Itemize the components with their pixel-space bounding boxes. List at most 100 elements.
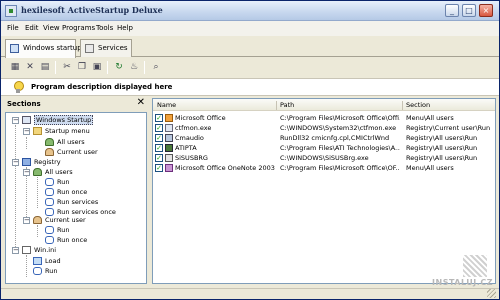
- menu-bar: File Edit View Programs Tools Help: [1, 21, 499, 36]
- toolbar: ▦ ✕ ▤ ✂ ❐ ▣ ↻ ♨ ⌕: [1, 59, 499, 76]
- tree-line: [26, 255, 27, 277]
- minimize-button[interactable]: _: [445, 4, 459, 17]
- run-icon: [45, 178, 54, 186]
- audio-icon: [165, 134, 173, 142]
- app-icon: [5, 5, 17, 17]
- properties-icon[interactable]: ▤: [39, 61, 51, 73]
- list-row[interactable]: ✓ Microsoft Office C:\Program Files\Micr…: [153, 113, 495, 123]
- list-row[interactable]: ✓ ATIPTA C:\Program Files\ATI Technologi…: [153, 143, 495, 153]
- column-header-section[interactable]: Section: [406, 101, 430, 109]
- pane-splitter[interactable]: [148, 98, 151, 286]
- user-icon: [45, 148, 54, 156]
- status-bar: [1, 288, 499, 299]
- close-button[interactable]: ×: [479, 4, 493, 17]
- column-divider[interactable]: [402, 101, 403, 110]
- enabled-checkbox[interactable]: ✓: [155, 134, 163, 142]
- column-header-name[interactable]: Name: [157, 101, 176, 109]
- enabled-checkbox[interactable]: ✓: [155, 164, 163, 172]
- resize-grip[interactable]: [487, 289, 496, 298]
- expand-toggle[interactable]: −: [23, 169, 30, 176]
- menu-help[interactable]: Help: [117, 24, 133, 32]
- sections-title: Sections: [7, 100, 41, 108]
- watermark-text: INSTALUJ.CZ: [432, 278, 493, 287]
- menu-file[interactable]: File: [7, 24, 19, 32]
- cut-icon[interactable]: ✂: [61, 61, 73, 73]
- tool-icon[interactable]: ♨: [128, 61, 140, 73]
- search-icon[interactable]: ⌕: [150, 61, 162, 73]
- row-name: Cmaudio: [175, 134, 204, 142]
- enabled-checkbox[interactable]: ✓: [155, 154, 163, 162]
- sections-header: Sections ✕: [5, 97, 147, 111]
- menu-view[interactable]: View: [43, 24, 60, 32]
- list-row[interactable]: ✓ Microsoft Office OneNote 2003... C:\Pr…: [153, 163, 495, 173]
- close-sections-icon[interactable]: ✕: [137, 97, 145, 108]
- enabled-checkbox[interactable]: ✓: [155, 124, 163, 132]
- run-icon: [45, 188, 54, 196]
- toolbar-separator: [144, 61, 145, 74]
- list-row[interactable]: ✓ Cmaudio RunDll32 cmicnfg.cpl,CMICtrlWn…: [153, 133, 495, 143]
- enabled-checkbox[interactable]: ✓: [155, 144, 163, 152]
- run-icon: [45, 226, 54, 234]
- delete-icon[interactable]: ✕: [24, 61, 36, 73]
- run-icon: [33, 267, 42, 275]
- tab-label: Services: [98, 44, 128, 52]
- expand-toggle[interactable]: −: [23, 128, 30, 135]
- row-path: C:\Program Files\ATI Technologies\A...: [280, 144, 400, 152]
- tree-line: [37, 225, 38, 237]
- title-bar[interactable]: hexilesoft ActiveStartup Deluxe _ □ ×: [1, 1, 499, 21]
- row-name: Microsoft Office: [175, 114, 226, 122]
- paste-icon[interactable]: ▣: [91, 61, 103, 73]
- tree-node-label: Win.ini: [34, 246, 57, 254]
- expand-toggle[interactable]: −: [12, 117, 19, 124]
- menu-tools[interactable]: Tools: [96, 24, 113, 32]
- maximize-button[interactable]: □: [462, 4, 476, 17]
- tree-node-label: Load: [45, 257, 61, 265]
- ati-icon: [165, 144, 173, 152]
- expand-toggle[interactable]: −: [12, 247, 19, 254]
- tab-services[interactable]: Services: [80, 39, 132, 57]
- expand-toggle[interactable]: −: [23, 217, 30, 224]
- row-path: C:\WINDOWS\System32\ctfmon.exe: [280, 124, 397, 132]
- program-description: Program description displayed here: [31, 83, 173, 91]
- toolbar-separator: [107, 61, 108, 74]
- menu-edit[interactable]: Edit: [25, 24, 39, 32]
- tab-windows-startup[interactable]: Windows startup: [5, 39, 82, 58]
- tab-label: Windows startup: [23, 44, 82, 52]
- load-icon: [33, 257, 42, 265]
- windows-startup-icon: [10, 44, 19, 53]
- window-title: hexilesoft ActiveStartup Deluxe: [21, 5, 163, 15]
- row-section: Registry\Current user\Run: [406, 124, 491, 132]
- onenote-icon: [165, 164, 173, 172]
- row-name: ctfmon.exe: [175, 124, 212, 132]
- enabled-checkbox[interactable]: ✓: [155, 114, 163, 122]
- expand-toggle[interactable]: −: [12, 159, 19, 166]
- tree-node-label: Registry: [34, 158, 61, 166]
- computer-icon: [22, 116, 31, 124]
- copy-icon[interactable]: ❐: [76, 61, 88, 73]
- tree-node-label: Run: [45, 267, 58, 275]
- refresh-icon[interactable]: ↻: [113, 61, 125, 73]
- toolbar-separator: [55, 61, 56, 74]
- sections-tree[interactable]: − Windows Startup − Startup menu All use…: [5, 112, 147, 284]
- tree-line: [15, 125, 16, 253]
- column-divider[interactable]: [276, 101, 277, 110]
- services-icon: [85, 44, 94, 53]
- tree-node-label: Startup menu: [45, 127, 90, 135]
- column-header-path[interactable]: Path: [280, 101, 294, 109]
- tree-line: [37, 177, 38, 208]
- tree-line: [26, 137, 27, 149]
- tree-node-label: Run services once: [57, 208, 116, 216]
- menu-programs[interactable]: Programs: [62, 24, 95, 32]
- ini-file-icon: [22, 246, 31, 254]
- new-icon[interactable]: ▦: [9, 61, 21, 73]
- list-row[interactable]: ✓ ctfmon.exe C:\WINDOWS\System32\ctfmon.…: [153, 123, 495, 133]
- tree-node-label: Run once: [57, 188, 88, 196]
- list-row[interactable]: ✓ SiSUSBRG C:\WINDOWS\SiSUSBrg.exe Regis…: [153, 153, 495, 163]
- user-icon: [33, 216, 42, 224]
- run-icon: [45, 198, 54, 206]
- row-section: Menu\All users: [406, 114, 454, 122]
- tree-node-label: Windows Startup: [34, 115, 94, 125]
- row-name: Microsoft Office OneNote 2003...: [175, 164, 275, 172]
- tree-node-label: Run services: [57, 198, 99, 206]
- row-section: Registry\All users\Run: [406, 144, 478, 152]
